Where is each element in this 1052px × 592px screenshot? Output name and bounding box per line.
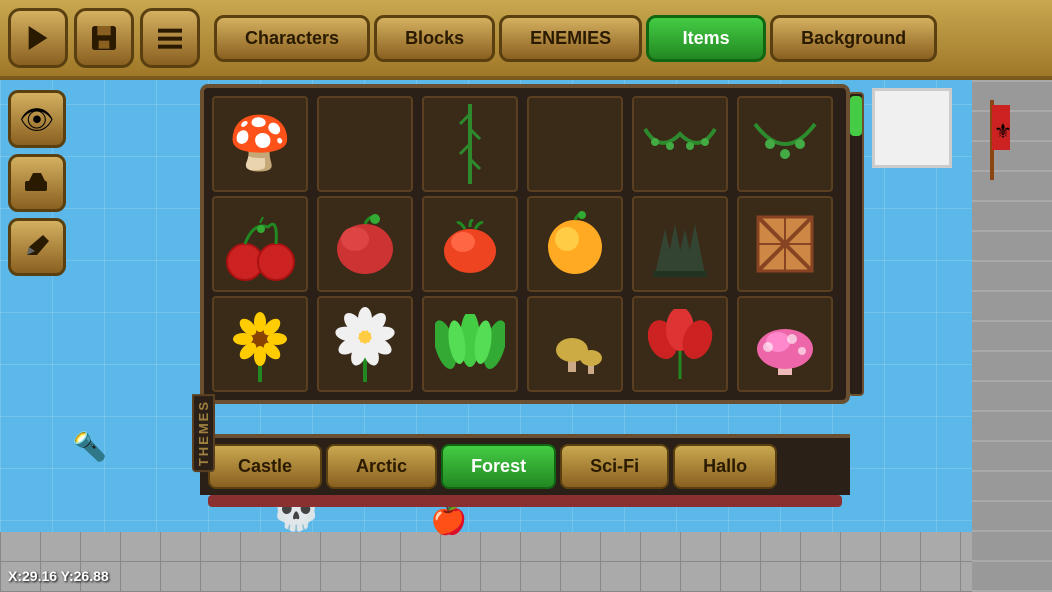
item-cell-grass[interactable] bbox=[422, 296, 518, 392]
tab-items[interactable]: Items bbox=[646, 15, 766, 62]
eye-tool-button[interactable]: 👁 bbox=[8, 90, 66, 148]
theme-tab-arctic[interactable]: Arctic bbox=[326, 444, 437, 489]
nav-tabs: Characters Blocks ENEMIES Items Backgrou… bbox=[214, 15, 937, 62]
theme-tab-forest[interactable]: Forest bbox=[441, 444, 556, 489]
theme-tabs-container: Castle Arctic Forest Sci-Fi Hallo bbox=[200, 434, 850, 495]
item-cell-red-plant[interactable] bbox=[632, 296, 728, 392]
item-cell-crate[interactable] bbox=[737, 196, 833, 292]
themes-label: THEMES bbox=[192, 394, 215, 472]
stone-wall bbox=[0, 532, 1052, 592]
theme-tab-castle[interactable]: Castle bbox=[208, 444, 322, 489]
item-cell-empty-1[interactable] bbox=[317, 96, 413, 192]
item-cell-mushroom-group[interactable] bbox=[527, 296, 623, 392]
item-cell-orange[interactable] bbox=[527, 196, 623, 292]
save-button[interactable] bbox=[74, 8, 134, 68]
tab-blocks[interactable]: Blocks bbox=[374, 15, 495, 62]
tab-enemies[interactable]: ENEMIES bbox=[499, 15, 642, 62]
item-cell-cherries[interactable] bbox=[212, 196, 308, 292]
item-cell-mushroom[interactable]: 🍄 bbox=[212, 96, 308, 192]
bottom-scrollbar[interactable] bbox=[208, 495, 842, 507]
item-cell-garland[interactable] bbox=[632, 96, 728, 192]
apple-item: 🍎 bbox=[430, 502, 467, 537]
theme-bar: Castle Arctic Forest Sci-Fi Hallo bbox=[200, 434, 850, 507]
item-cell-pink-mushroom[interactable] bbox=[737, 296, 833, 392]
main-toolbar: Characters Blocks ENEMIES Items Backgrou… bbox=[0, 0, 1052, 80]
white-box bbox=[872, 88, 952, 168]
flag-decoration: ⚜ bbox=[972, 100, 1012, 185]
item-cell-vine-2[interactable] bbox=[737, 96, 833, 192]
item-cell-flower-white[interactable] bbox=[317, 296, 413, 392]
left-tools: 👁 bbox=[8, 90, 66, 276]
svg-text:⚜: ⚜ bbox=[994, 121, 1012, 143]
scrollbar-thumb bbox=[850, 96, 862, 136]
torch-decoration: 🔦 bbox=[72, 430, 107, 463]
panel-scrollbar[interactable] bbox=[848, 92, 864, 396]
tab-characters[interactable]: Characters bbox=[214, 15, 370, 62]
item-cell-apple[interactable] bbox=[317, 196, 413, 292]
tab-background[interactable]: Background bbox=[770, 15, 937, 62]
item-grid: 🍄 bbox=[212, 96, 838, 392]
eraser-tool-button[interactable] bbox=[8, 154, 66, 212]
item-cell-empty-2[interactable] bbox=[527, 96, 623, 192]
play-button[interactable] bbox=[8, 8, 68, 68]
item-cell-tomato[interactable] bbox=[422, 196, 518, 292]
item-cell-vine-1[interactable] bbox=[422, 96, 518, 192]
menu-button[interactable] bbox=[140, 8, 200, 68]
item-cell-sunflower[interactable] bbox=[212, 296, 308, 392]
item-cell-spikes[interactable] bbox=[632, 196, 728, 292]
theme-tab-hallo[interactable]: Hallo bbox=[673, 444, 777, 489]
item-panel: 🍄 bbox=[200, 84, 850, 404]
coord-display: X:29.16 Y:26.88 bbox=[8, 568, 109, 584]
pencil-tool-button[interactable] bbox=[8, 218, 66, 276]
theme-tab-scifi[interactable]: Sci-Fi bbox=[560, 444, 669, 489]
